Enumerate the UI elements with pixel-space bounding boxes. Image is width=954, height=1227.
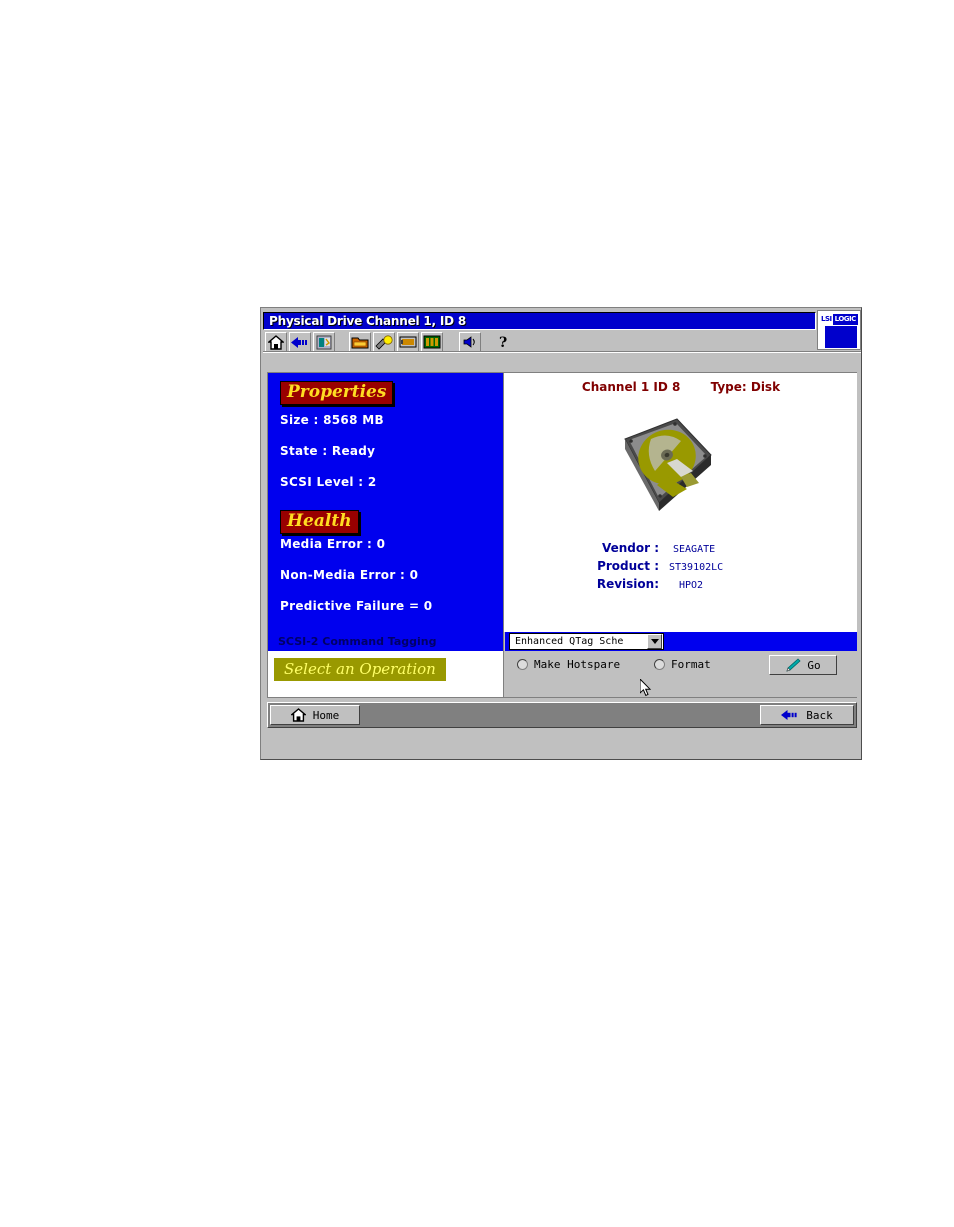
toolbar-configure-icon[interactable] — [313, 332, 335, 352]
logo-wordmark: LSI LOGIC — [820, 314, 860, 325]
speaker-icon — [463, 336, 475, 348]
drive-channel-label: Channel 1 ID 8 — [581, 380, 681, 394]
toolbar-help-icon[interactable]: ? — [493, 332, 515, 352]
vendor-value: SEAGATE — [673, 544, 716, 555]
home-icon — [268, 334, 284, 350]
command-tagging-strip: SCSI-2 Command Tagging Enhanced QTag Sch… — [268, 632, 857, 651]
health-predictive-failure: Predictive Failure = 0 — [280, 599, 433, 613]
toolbar-card-icon[interactable] — [397, 332, 419, 352]
revision-row: Revision: HPO2 — [505, 577, 857, 595]
operations-row: Select an Operation Make Hotspare Format… — [268, 651, 857, 697]
properties-heading: Properties — [280, 381, 394, 405]
back-button[interactable]: Back — [760, 705, 854, 725]
flashlight-icon — [375, 334, 393, 350]
help-icon: ? — [499, 335, 507, 350]
go-button-label: Go — [807, 658, 821, 672]
radio-format-label: Format — [671, 658, 711, 671]
radio-button-icon[interactable] — [654, 659, 665, 670]
toolbar-folder-icon[interactable] — [349, 332, 371, 352]
command-tagging-value: Enhanced QTag Sche — [515, 636, 624, 647]
product-row: Product : ST39102LC — [505, 559, 857, 577]
toolbar-flashlight-icon[interactable] — [373, 332, 395, 352]
toolbar-separator — [263, 351, 861, 353]
drive-header: Channel 1 ID 8 Type: Disk — [505, 380, 857, 394]
logo-logic-text: LOGIC — [832, 314, 858, 325]
radio-button-icon[interactable] — [517, 659, 528, 670]
drive-type-label: Type: Disk — [710, 380, 781, 394]
chevron-down-icon[interactable] — [647, 634, 662, 649]
product-value: ST39102LC — [669, 562, 724, 573]
hard-disk-image — [624, 418, 712, 511]
configure-icon — [316, 335, 332, 349]
lsi-logic-logo: LSI LOGIC — [817, 310, 861, 350]
folder-icon — [351, 337, 369, 349]
window-titlebar: Physical Drive Channel 1, ID 8 — [263, 312, 816, 330]
scsi-command-tagging-label: SCSI-2 Command Tagging — [268, 632, 504, 651]
toolbar-speaker-icon[interactable] — [459, 332, 481, 352]
card-icon — [399, 336, 417, 348]
window-title: Physical Drive Channel 1, ID 8 — [269, 314, 467, 328]
radio-make-hotspare-label: Make Hotspare — [534, 658, 621, 671]
home-icon — [290, 708, 306, 722]
back-arrow-icon — [781, 710, 797, 720]
go-button[interactable]: Go — [769, 655, 837, 675]
properties-panel: Properties Size : 8568 MB State : Ready … — [268, 373, 504, 632]
logo-lsi-text: LSI — [821, 315, 832, 323]
toolbar: ? — [263, 331, 861, 353]
revision-value: HPO2 — [679, 580, 704, 591]
toolbar-enclosure-icon[interactable] — [421, 332, 443, 352]
property-scsi-level: SCSI Level : 2 — [280, 475, 377, 489]
product-label: Product : — [597, 559, 659, 573]
toolbar-home-icon[interactable] — [265, 332, 287, 352]
vendor-row: Vendor : SEAGATE — [505, 541, 857, 559]
back-button-label: Back — [806, 708, 833, 722]
property-state: State : Ready — [280, 444, 376, 458]
radio-make-hotspare[interactable]: Make Hotspare — [517, 658, 620, 671]
toolbar-back-icon[interactable] — [289, 332, 311, 352]
physical-drive-window: Physical Drive Channel 1, ID 8 LSI LOGIC — [260, 307, 862, 760]
revision-label: Revision: — [596, 577, 659, 591]
drive-detail-panel: Channel 1 ID 8 Type: Disk Vendor: SEAGA… — [505, 373, 857, 632]
home-button[interactable]: Home — [270, 705, 360, 725]
select-operation-label: Select an Operation — [274, 658, 446, 681]
logo-square — [825, 326, 857, 348]
health-heading: Health — [280, 510, 359, 534]
pen-icon — [786, 658, 801, 672]
svg-text:?: ? — [499, 335, 507, 350]
vendor-info-block: Vendor : SEAGATE Product : ST39102LC Rev… — [505, 541, 857, 595]
bottom-navigation-bar: Home Back — [267, 702, 857, 728]
home-button-label: Home — [312, 708, 340, 722]
select-operation-cell: Select an Operation — [268, 651, 504, 697]
enclosure-icon — [423, 335, 441, 349]
health-media-error: Media Error : 0 — [280, 537, 386, 551]
command-tagging-select[interactable]: Enhanced QTag Sche — [509, 633, 664, 650]
content-area: Properties Size : 8568 MB State : Ready … — [267, 372, 857, 698]
radio-format[interactable]: Format — [654, 658, 711, 671]
vendor-label: Vendor : — [601, 541, 659, 555]
health-non-media-error: Non-Media Error : 0 — [280, 568, 419, 582]
property-size: Size : 8568 MB — [280, 413, 384, 427]
back-arrow-icon — [291, 336, 307, 348]
